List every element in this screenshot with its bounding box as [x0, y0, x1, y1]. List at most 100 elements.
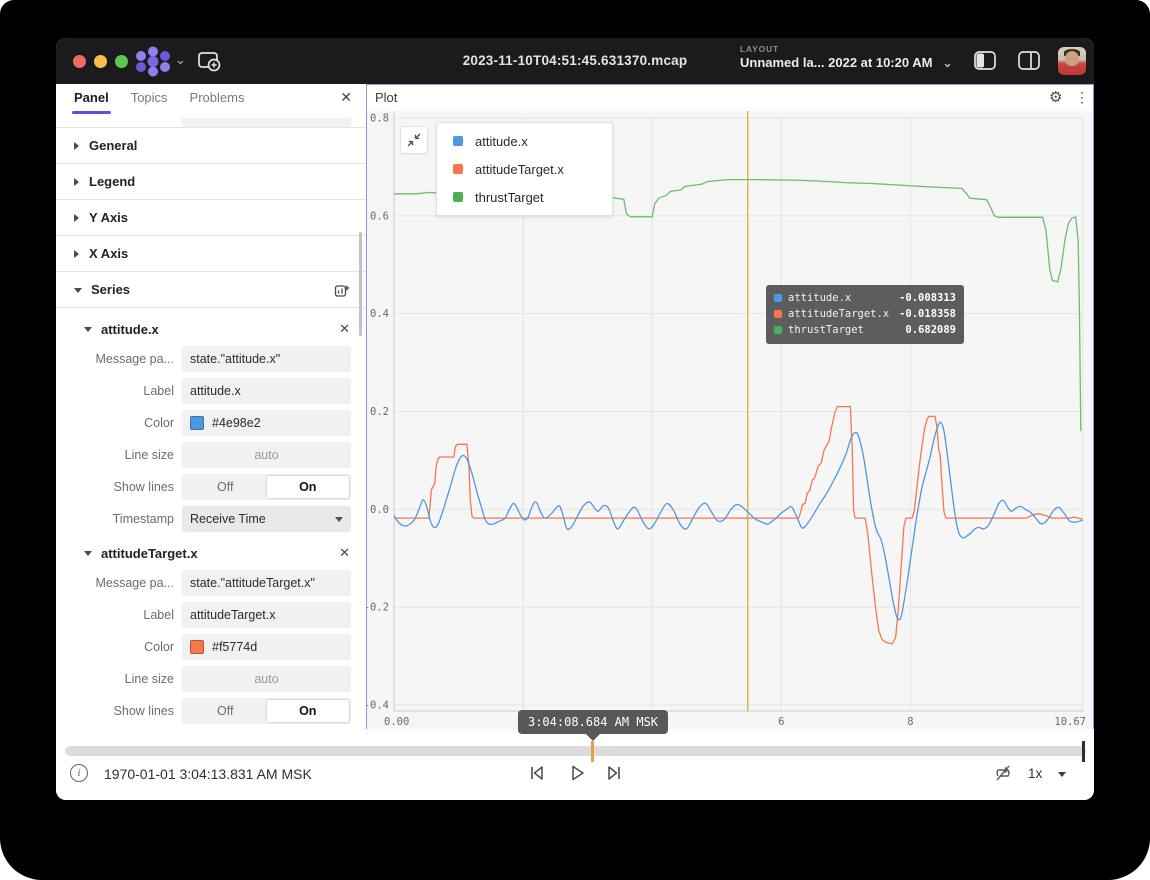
title-field[interactable]: Plot [182, 118, 351, 127]
scrubber-hover-marker [591, 741, 594, 762]
user-avatar[interactable] [1058, 47, 1086, 75]
svg-text:0.8: 0.8 [370, 113, 389, 125]
section-row-legend[interactable]: Legend [56, 164, 366, 200]
tooltip-series-value: 0.682089 [905, 324, 956, 336]
svg-text:-0.4: -0.4 [367, 700, 389, 712]
series-name: attitude.x [101, 322, 159, 337]
field-label: Color [56, 416, 174, 430]
title-field-label: Title [56, 118, 174, 121]
field-value[interactable]: state."attitude.x" [182, 346, 351, 372]
series-header-attitudeTarget.x[interactable]: attitudeTarget.x ✕ [56, 542, 366, 564]
series-name: attitudeTarget.x [101, 546, 198, 561]
plot-panel-title: Plot [375, 90, 397, 105]
series-header-attitude.x[interactable]: attitude.x ✕ [56, 318, 366, 340]
color-hex: #f5774d [212, 640, 257, 654]
title-bar: ⌄ 2023-11-10T04:51:45.631370.mcap LAYOUT… [56, 38, 1094, 84]
data-source-info-icon[interactable]: i [70, 764, 88, 782]
section-row-y-axis[interactable]: Y Axis [56, 200, 366, 236]
plot-panel[interactable]: Plot ⚙ ⋮ 0.80.60.40.20.0-0.2-0.40.002468… [366, 84, 1094, 729]
show-lines-toggle: OffOn [182, 474, 351, 500]
legend-swatch [453, 192, 463, 202]
series-field-row: Color #f5774d [56, 634, 366, 660]
toggle-off-option[interactable]: Off [184, 476, 267, 498]
field-label: Show lines [56, 480, 174, 494]
tooltip-series-value: -0.008313 [899, 292, 956, 304]
playback-speed[interactable]: 1x [1028, 766, 1042, 781]
section-row-x-axis[interactable]: X Axis [56, 236, 366, 272]
section-row-series[interactable]: Series [56, 272, 366, 308]
toggle-off-option[interactable]: Off [184, 700, 267, 722]
field-label: Label [56, 608, 174, 622]
tooltip-swatch [774, 310, 782, 318]
color-field[interactable]: #4e98e2 [182, 410, 351, 436]
tab-panel[interactable]: Panel [74, 90, 109, 107]
toggle-on-option[interactable]: On [267, 476, 350, 498]
section-row-general[interactable]: General [56, 128, 366, 164]
playback-speed-chevron-icon[interactable] [1058, 772, 1066, 777]
left-sidebar-toggle-icon[interactable] [974, 51, 996, 70]
app-window: ⌄ 2023-11-10T04:51:45.631370.mcap LAYOUT… [56, 38, 1094, 800]
series-field-row: Color #4e98e2 [56, 410, 366, 436]
field-label: Line size [56, 448, 174, 462]
field-value[interactable]: attitudeTarget.x [182, 602, 351, 628]
timestamp-select[interactable]: Receive Time [182, 506, 351, 532]
panel-settings-gear-icon[interactable]: ⚙ [1049, 88, 1062, 106]
svg-text:10.67: 10.67 [1054, 716, 1086, 728]
loop-off-icon[interactable] [993, 763, 1013, 783]
svg-text:0.6: 0.6 [370, 210, 389, 222]
legend-item-thrustTarget[interactable]: thrustTarget [437, 183, 612, 211]
series-field-row: Label attitudeTarget.x [56, 602, 366, 628]
legend-swatch [453, 136, 463, 146]
caret-down-icon [84, 327, 92, 332]
plot-hover-tooltip: attitude.x-0.008313attitudeTarget.x-0.01… [766, 285, 964, 344]
tooltip-row: thrustTarget0.682089 [774, 322, 956, 338]
section-label: Y Axis [89, 210, 128, 225]
add-series-icon[interactable] [334, 282, 350, 298]
field-label: Line size [56, 672, 174, 686]
series-field-row: Labelattitude.x [56, 378, 366, 404]
tooltip-swatch [774, 294, 782, 302]
tooltip-series-name: attitude.x [788, 292, 899, 304]
panel-more-menu-icon[interactable]: ⋮ [1075, 89, 1089, 106]
right-sidebar-toggle-icon[interactable] [1018, 51, 1040, 70]
caret-down-icon [74, 288, 82, 293]
screenshot-background: ⌄ 2023-11-10T04:51:45.631370.mcap LAYOUT… [0, 0, 1150, 880]
field-value[interactable]: attitude.x [182, 378, 351, 404]
tooltip-series-value: -0.018358 [899, 308, 956, 320]
scrubber-playhead[interactable] [1082, 741, 1085, 762]
field-label: Show lines [56, 704, 174, 718]
legend-item-attitude.x[interactable]: attitude.x [437, 127, 612, 155]
field-value-muted[interactable]: auto [182, 442, 351, 468]
legend-label: thrustTarget [475, 190, 544, 205]
layout-label: LAYOUT [740, 44, 953, 54]
field-label: Timestamp [56, 512, 174, 526]
sidebar-scrollbar[interactable] [359, 232, 362, 336]
plot-panel-header: Plot ⚙ ⋮ [367, 85, 1093, 110]
tooltip-swatch [774, 326, 782, 334]
field-value[interactable]: state."attitudeTarget.x" [182, 570, 351, 596]
tooltip-row: attitude.x-0.008313 [774, 290, 956, 306]
series-field-row: Message pa...state."attitudeTarget.x" [56, 570, 366, 596]
sidebar-close-icon[interactable]: ✕ [340, 89, 352, 106]
chart-area[interactable]: 0.80.60.40.20.0-0.2-0.40.00246810.67 att… [367, 111, 1093, 729]
toggle-on-option[interactable]: On [267, 700, 350, 722]
series-field-row: Show lines OffOn [56, 474, 366, 500]
layout-menu[interactable]: LAYOUT Unnamed la... 2022 at 10:20 AM⌄ [740, 44, 953, 70]
tooltip-series-name: attitudeTarget.x [788, 308, 899, 320]
field-value-muted[interactable]: auto [182, 666, 351, 692]
play-button[interactable] [567, 763, 587, 783]
seek-forward-button[interactable] [604, 763, 624, 783]
remove-series-icon[interactable]: ✕ [339, 545, 350, 561]
timeline-scrubber[interactable] [65, 746, 1086, 756]
color-field[interactable]: #f5774d [182, 634, 351, 660]
select-value: Receive Time [190, 512, 266, 526]
legend-collapse-button[interactable] [400, 126, 428, 154]
color-swatch [190, 640, 204, 654]
seek-backward-button[interactable] [527, 763, 547, 783]
tab-problems[interactable]: Problems [190, 90, 245, 107]
field-label: Color [56, 640, 174, 654]
legend-item-attitudeTarget.x[interactable]: attitudeTarget.x [437, 155, 612, 183]
series-field-row: Timestamp Receive Time [56, 506, 366, 532]
remove-series-icon[interactable]: ✕ [339, 321, 350, 337]
tab-topics[interactable]: Topics [131, 90, 168, 107]
